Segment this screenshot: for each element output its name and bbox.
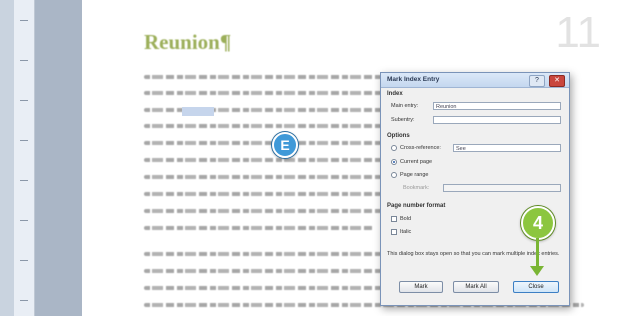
help-icon[interactable]: ? <box>529 75 545 87</box>
current-page-label: Current page <box>400 159 433 165</box>
dialog-title: Mark Index Entry <box>387 76 440 83</box>
italic-label: Italic <box>400 229 412 235</box>
bold-label: Bold <box>400 216 412 222</box>
page-number: 11 <box>555 8 601 57</box>
step-4-callout: 4 <box>521 206 555 240</box>
current-page-radio[interactable] <box>391 159 397 165</box>
left-panel-strip <box>0 0 15 316</box>
mark-button[interactable]: Mark <box>399 281 443 293</box>
vertical-ruler <box>14 0 35 316</box>
cross-reference-radio[interactable] <box>391 145 397 151</box>
bookmark-dropdown[interactable] <box>443 184 561 192</box>
cross-reference-label: Cross-reference: <box>400 145 441 151</box>
close-icon[interactable]: ✕ <box>549 75 565 87</box>
document-heading: Reunion¶ <box>144 30 232 54</box>
ruler-tick <box>20 260 28 261</box>
options-section-label: Options <box>387 133 410 139</box>
ruler-tick <box>20 20 28 21</box>
body-text-line <box>144 226 374 230</box>
index-section-label: Index <box>387 91 403 97</box>
dialog-titlebar[interactable]: Mark Index Entry ? ✕ <box>381 73 569 88</box>
ruler-tick <box>20 60 28 61</box>
subentry-label: Subentry: <box>391 117 415 123</box>
page-range-radio[interactable] <box>391 172 397 178</box>
mark-all-button[interactable]: Mark All <box>453 281 499 293</box>
bookmark-label: Bookmark: <box>403 185 430 191</box>
italic-checkbox[interactable] <box>391 229 397 235</box>
callout-arrow-shaft <box>536 238 539 268</box>
ruler-tick <box>20 100 28 101</box>
ruler-tick <box>20 140 28 141</box>
ruler-tick <box>20 220 28 221</box>
callout-arrow-head-icon <box>530 266 544 276</box>
cross-reference-field[interactable]: See <box>453 144 561 152</box>
step-e-callout: E <box>272 132 298 158</box>
main-entry-label: Main entry: <box>391 103 419 109</box>
subentry-field[interactable] <box>433 116 561 124</box>
page-gutter <box>35 0 82 316</box>
selected-index-field[interactable] <box>182 107 214 116</box>
bold-checkbox[interactable] <box>391 216 397 222</box>
page-format-section-label: Page number format <box>387 203 446 209</box>
close-button[interactable]: Close <box>513 281 559 293</box>
ruler-tick <box>20 300 28 301</box>
page-range-label: Page range <box>400 172 429 178</box>
main-entry-field[interactable]: Reunion <box>433 102 561 110</box>
ruler-tick <box>20 180 28 181</box>
